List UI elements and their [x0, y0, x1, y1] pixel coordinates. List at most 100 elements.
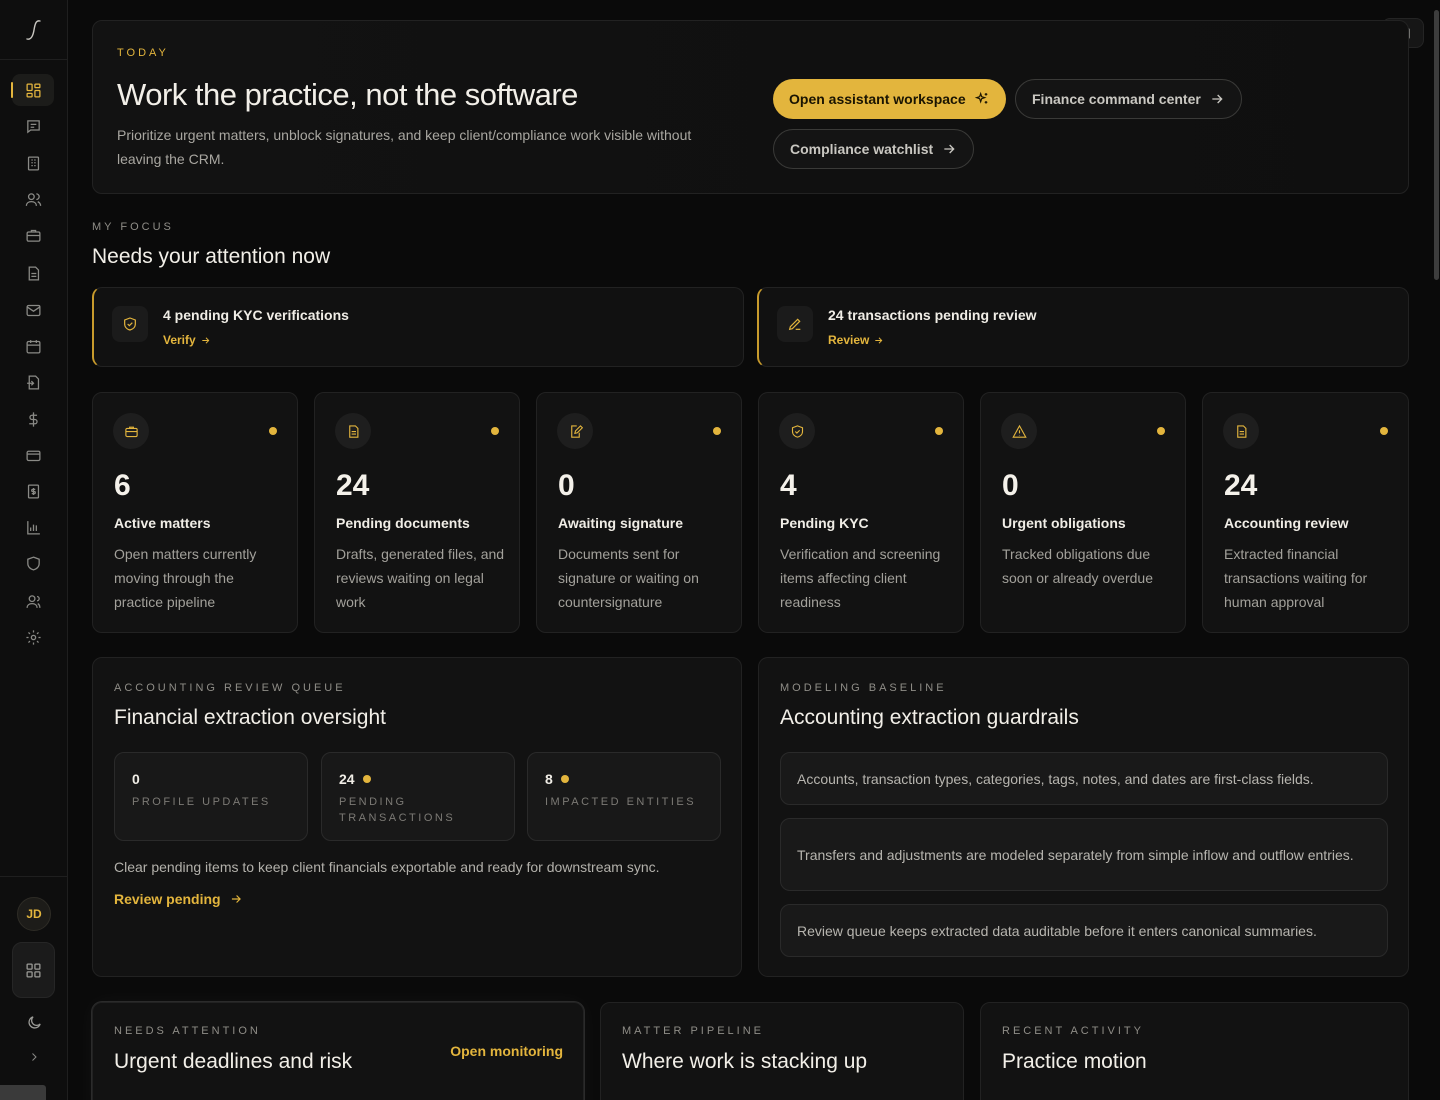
arrow-right-icon: [231, 895, 241, 903]
sparkles-icon: [974, 91, 987, 104]
stat-icon: [779, 413, 815, 449]
briefcase-icon: [124, 426, 138, 437]
matter-pipeline-card: MATTER PIPELINE Where work is stacking u…: [600, 1002, 964, 1100]
status-dot: [1380, 427, 1388, 435]
compliance-watchlist-button[interactable]: Compliance watchlist: [773, 129, 975, 169]
guardrails-card: MODELING BASELINE Accounting extraction …: [758, 657, 1409, 977]
finance-command-button[interactable]: Finance command center: [1015, 79, 1242, 119]
app-logo[interactable]: [0, 0, 68, 60]
pencil-icon: [788, 318, 801, 331]
nav-mail[interactable]: [12, 294, 54, 326]
stat-icon: [557, 413, 593, 449]
dollar-icon: [28, 411, 38, 427]
stat-label: Pending KYC: [780, 515, 869, 531]
needs-attention-eyebrow: NEEDS ATTENTION: [114, 1025, 261, 1037]
stat-label: Active matters: [114, 515, 211, 531]
open-assistant-button[interactable]: Open assistant workspace: [773, 79, 1006, 119]
recent-activity-title: Practice motion: [1002, 1050, 1147, 1073]
shield-check-icon: [124, 317, 136, 331]
stat-card-pending-documents[interactable]: 24 Pending documents Drafts, generated f…: [314, 392, 520, 633]
focus-icon-box: [112, 306, 148, 342]
nav-reports[interactable]: [12, 511, 54, 543]
nav-finance[interactable]: [12, 403, 54, 435]
chevron-right-icon: [32, 1053, 37, 1061]
focus-title: Needs your attention now: [92, 245, 331, 268]
status-dot: [935, 427, 943, 435]
hero-card: TODAY Work the practice, not the softwar…: [92, 20, 1409, 194]
guardrails-title: Accounting extraction guardrails: [780, 706, 1079, 729]
sidebar-divider: [0, 876, 68, 877]
nav-payments[interactable]: [12, 439, 54, 471]
users-icon: [25, 192, 41, 206]
nav-invoices[interactable]: [12, 475, 54, 507]
compliance-watchlist-label: Compliance watchlist: [790, 141, 934, 157]
nav-matters[interactable]: [12, 219, 54, 251]
focus-card-kyc[interactable]: 4 pending KYC verifications Verify: [92, 287, 744, 367]
nav-settings[interactable]: [12, 621, 54, 653]
card-icon: [25, 450, 41, 461]
stat-card-pending-kyc[interactable]: 4 Pending KYC Verification and screening…: [758, 392, 964, 633]
team-icon: [25, 594, 41, 608]
matter-pipeline-eyebrow: MATTER PIPELINE: [622, 1025, 764, 1037]
vertical-scrollbar[interactable]: [1434, 10, 1439, 280]
shield-icon: [26, 555, 40, 571]
metric-value: 8: [545, 771, 569, 787]
status-dot: [362, 775, 371, 783]
arrow-right-icon: [875, 336, 883, 344]
stat-label: Accounting review: [1224, 515, 1349, 531]
stat-icon: [1001, 413, 1037, 449]
review-link[interactable]: Review: [828, 333, 884, 347]
arrow-right-icon: [1212, 94, 1223, 104]
stat-card-accounting-review[interactable]: 24 Accounting review Extracted financial…: [1202, 392, 1409, 633]
review-pending-label: Review pending: [114, 891, 221, 907]
nav-messages[interactable]: [12, 110, 54, 142]
stat-value: 0: [1002, 469, 1019, 502]
grid-icon: [26, 962, 41, 978]
stat-icon: [113, 413, 149, 449]
accounting-queue-card: ACCOUNTING REVIEW QUEUE Financial extrac…: [92, 657, 742, 977]
status-dot: [491, 427, 499, 435]
nav-clients[interactable]: [12, 183, 54, 215]
nav-imports[interactable]: [12, 366, 54, 398]
nav-documents[interactable]: [12, 257, 54, 289]
avatar[interactable]: JD: [17, 897, 51, 931]
review-label: Review: [828, 333, 870, 347]
shield-check-icon: [791, 424, 803, 438]
matter-pipeline-title: Where work is stacking up: [622, 1050, 868, 1073]
expand-sidebar-button[interactable]: [24, 1047, 44, 1067]
stat-card-urgent-obligations[interactable]: 0 Urgent obligations Tracked obligations…: [980, 392, 1186, 633]
theme-toggle-button[interactable]: [20, 1008, 48, 1036]
status-dot: [560, 775, 569, 783]
nav-team[interactable]: [12, 585, 54, 617]
verify-link[interactable]: Verify: [163, 333, 211, 347]
warning-icon: [1011, 424, 1027, 438]
metric-pending-transactions: 24 PENDING TRANSACTIONS: [321, 752, 515, 841]
stat-icon: [335, 413, 371, 449]
building-icon: [27, 155, 39, 171]
nav-dashboard[interactable]: [11, 74, 54, 106]
guardrail-item: Transfers and adjustments are modeled se…: [780, 818, 1388, 891]
sidebar: JD: [0, 0, 68, 1100]
arrow-right-icon: [201, 336, 210, 344]
review-pending-link[interactable]: Review pending: [114, 891, 243, 907]
invoice-icon: [27, 483, 39, 499]
metric-label: IMPACTED ENTITIES: [545, 796, 697, 808]
arrow-right-icon: [944, 144, 955, 154]
nav-companies[interactable]: [12, 147, 54, 179]
logo-icon: [26, 19, 41, 40]
document-icon: [348, 424, 358, 438]
mail-icon: [25, 304, 41, 316]
stat-card-awaiting-signature[interactable]: 0 Awaiting signature Documents sent for …: [536, 392, 742, 633]
focus-card-transactions[interactable]: 24 transactions pending review Review: [757, 287, 1409, 367]
horizontal-scrollbar[interactable]: [0, 1085, 46, 1100]
chart-icon: [26, 520, 40, 535]
briefcase-icon: [25, 229, 41, 242]
apps-button[interactable]: [12, 942, 55, 998]
metric-number: 0: [132, 771, 140, 787]
stat-card-active-matters[interactable]: 6 Active matters Open matters currently …: [92, 392, 298, 633]
open-monitoring-link[interactable]: Open monitoring: [450, 1043, 563, 1059]
stat-icon: [1223, 413, 1259, 449]
nav-calendar[interactable]: [12, 330, 54, 362]
messages-icon: [26, 119, 40, 133]
nav-compliance[interactable]: [12, 547, 54, 579]
